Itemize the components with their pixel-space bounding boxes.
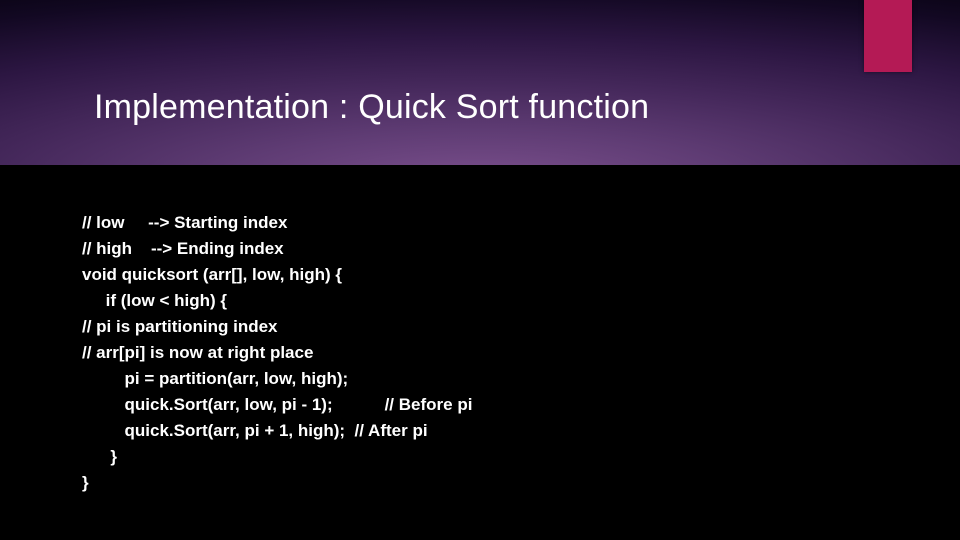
code-line: // low --> Starting index	[82, 210, 472, 236]
code-line: }	[82, 470, 472, 496]
code-line: void quicksort (arr[], low, high) {	[82, 262, 472, 288]
code-line: quick.Sort(arr, pi + 1, high); // After …	[82, 418, 472, 444]
slide: Implementation : Quick Sort function // …	[0, 0, 960, 540]
code-line: quick.Sort(arr, low, pi - 1); // Before …	[82, 392, 472, 418]
accent-tab	[864, 0, 912, 72]
code-line: // high --> Ending index	[82, 236, 472, 262]
code-line: pi = partition(arr, low, high);	[82, 366, 472, 392]
code-line: // pi is partitioning index	[82, 314, 472, 340]
code-line: if (low < high) {	[82, 288, 472, 314]
code-line: }	[82, 444, 472, 470]
code-line: // arr[pi] is now at right place	[82, 340, 472, 366]
slide-title: Implementation : Quick Sort function	[94, 88, 649, 127]
code-block: // low --> Starting index // high --> En…	[82, 210, 472, 496]
header-band	[0, 0, 960, 165]
